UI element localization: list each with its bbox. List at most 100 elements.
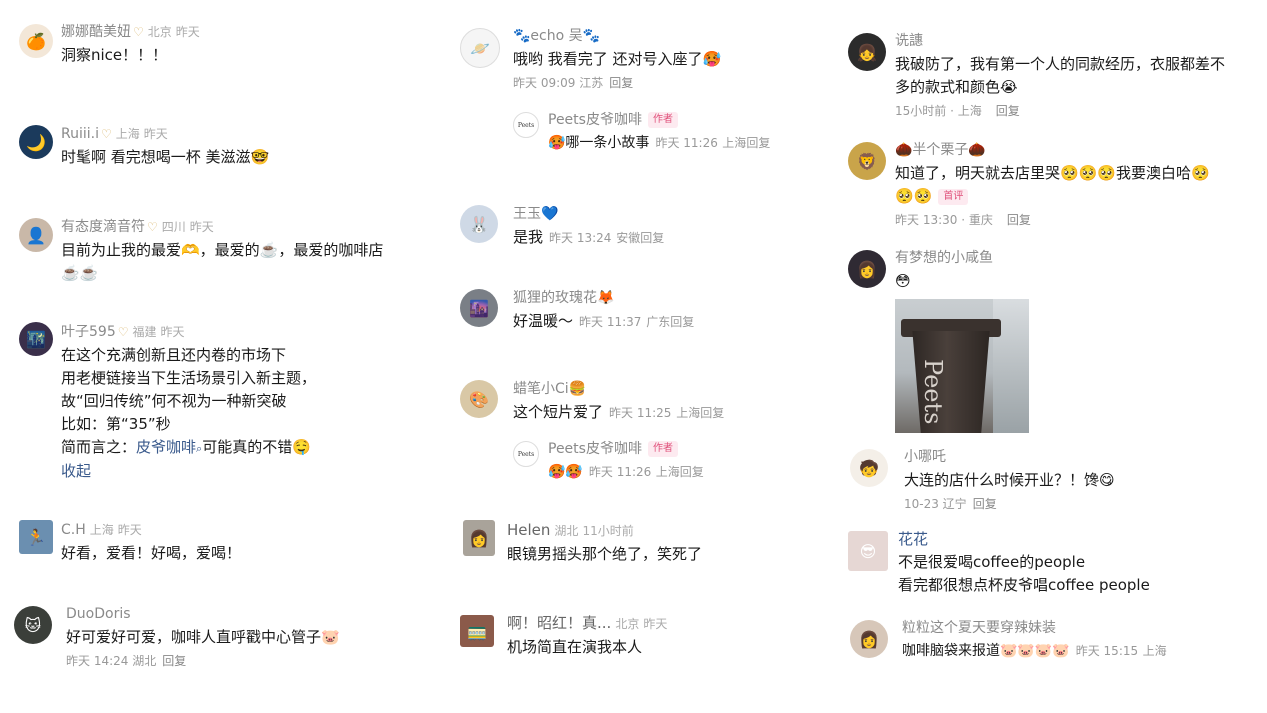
username[interactable]: 有态度滴音符 [61,219,145,235]
reply-button[interactable]: 回复 [670,315,694,329]
username[interactable]: 小哪吒 [904,449,946,465]
username[interactable]: 啊！昭红！真... [507,614,611,632]
badge-icon: ♡ [147,220,158,234]
reply-button[interactable]: 回复 [700,406,724,420]
comment-photo[interactable]: Peets [895,299,1029,433]
avatar-icon: 👩 [859,629,879,649]
location: 北京 [615,617,640,631]
comment-text: 😳 [895,272,911,290]
comment-text-line: 故“回归传统”何不视为一种新突破 [61,392,287,410]
avatar[interactable]: 🐱 [14,606,52,644]
avatar[interactable]: 👧 [848,33,886,71]
comment-text-line: 简而言之：皮爷咖啡⌕可能真的不错🤤 [61,436,432,460]
avatar[interactable]: Peets [513,441,539,467]
username[interactable]: 娜娜酷美妞 [61,24,131,40]
peets-logo-icon: Peets [517,121,535,129]
reply-button[interactable]: 回复 [609,76,633,90]
username[interactable]: 诜譓 [895,33,923,49]
comment-meta: 10-23 辽宁 回复 [904,495,1259,513]
username[interactable]: 粒粒这个夏天要穿辣妹装 [902,620,1056,636]
comment-text-line: 在这个充满创新且还内卷的市场下 [61,346,287,364]
comment-text-line: 🥺🥺 首评 [895,185,1259,208]
username[interactable]: 叶子595 [61,324,116,340]
avatar[interactable]: Peets [513,112,539,138]
avatar-icon: 🚃 [467,621,487,641]
avatar-icon: 🦁 [857,151,877,171]
comment-text: 咖啡脑袋来报道🐷🐷🐷🐷 [902,643,1070,659]
comment-meta: 昨天 09:09 江苏 回复 [513,74,832,92]
avatar[interactable]: 👩 [850,620,888,658]
avatar[interactable]: 🐰 [460,205,498,243]
avatar-icon: 🪐 [470,38,490,58]
reply-button[interactable]: 回复 [746,136,770,150]
date: 15小时前 · 上海 [895,104,982,118]
username[interactable]: Peets皮爷咖啡 [548,112,642,128]
collapse-link[interactable]: 收起 [61,460,432,483]
comment-text-line: 我破防了，我有第一个人的同款经历，衣服都差不 [895,55,1226,73]
avatar-icon: 👤 [26,225,46,245]
username[interactable]: 有梦想的小咸鱼 [895,250,993,266]
username[interactable]: 王玉💙 [513,206,558,222]
author-tag: 作者 [647,441,678,457]
username[interactable]: 🐾echo 吴🐾 [513,28,600,44]
username[interactable]: Ruiii.i [61,126,99,142]
date: 昨天 13:24 [549,231,612,245]
reply-line: 是我 昨天 13:24 安徽回复 [513,226,832,249]
avatar[interactable]: 🌃 [19,322,53,356]
comment-text-line: ☕️☕️ [61,264,99,282]
username[interactable]: Helen [507,521,550,539]
comment-text-line: 目前为止我的最爱🫶，最爱的☕️，最爱的咖啡店 [61,241,384,259]
avatar[interactable]: 🎨 [460,380,498,418]
comment-text-line: 🥺🥺 [895,187,933,205]
username[interactable]: 蜡笔小Ci🍔 [513,381,586,397]
username[interactable]: 🌰半个栗子🌰 [895,142,986,158]
comment-text-line: 看完都很想点杯皮爷唱coffee people [898,576,1150,594]
comment-text: 时髦啊 看完想喝一杯 美滋滋🤓 [61,148,270,166]
avatar[interactable]: 🧒 [850,449,888,487]
reply-button[interactable]: 回复 [1007,213,1031,227]
avatar[interactable]: 🪐 [460,28,500,68]
username[interactable]: Peets皮爷咖啡 [548,441,642,457]
location: 湖北 [554,524,579,538]
reply-button[interactable]: 回复 [996,104,1020,118]
comment-text: 好温暖～ [513,312,574,330]
avatar-icon: 🧒 [859,458,879,478]
location: 上海 [89,523,114,537]
username[interactable]: C.H [61,522,86,538]
badge-icon: ♡ [133,25,144,39]
reply-line: 🥵哪一条小故事 昨天 11:26 上海回复 [548,132,832,155]
comment-text: 哦哟 我看完了 还对号入座了🥵 [513,50,722,68]
username[interactable]: DuoDoris [66,606,131,622]
avatar[interactable]: 🚃 [460,615,494,647]
avatar[interactable]: 👩 [463,520,495,556]
username[interactable]: 狐狸的玫瑰花🦊 [513,290,614,306]
avatar-icon: 🐱 [24,615,42,635]
avatar[interactable]: 🌆 [460,289,498,327]
avatar[interactable]: 👤 [19,218,53,252]
comment-text: 机场简直在演我本人 [507,638,643,656]
avatar[interactable]: 🍊 [19,24,53,58]
avatar[interactable]: 🦁 [848,142,886,180]
reply-button[interactable]: 回复 [162,654,186,668]
avatar[interactable]: 👩 [848,250,886,288]
time: 昨天 [189,220,214,234]
date: 昨天 11:25 [609,406,672,420]
comment-meta: 15小时前 · 上海 回复 [895,102,1259,120]
date: 10-23 辽宁 [904,497,967,511]
first-comment-tag: 首评 [938,189,969,205]
avatar[interactable]: 🏃 [19,520,53,554]
avatar[interactable]: 😎 [848,531,888,571]
avatar[interactable]: 🌙 [19,125,53,159]
location: 广东 [646,315,671,329]
brand-link[interactable]: 皮爷咖啡 [136,438,196,456]
date: 昨天 15:15 [1075,644,1139,658]
reply-button[interactable]: 回复 [973,497,997,511]
reply-line: 好温暖～ 昨天 11:37 广东回复 [513,310,832,333]
comment-column-3: 👧 诜譓 我破防了，我有第一个人的同款经历，衣服都差不 多的款式和颜色😭 15小… [840,0,1267,713]
username[interactable]: 花花 [898,530,928,548]
time: 昨天 [143,127,168,141]
reply-button[interactable]: 回复 [640,231,664,245]
reply-button[interactable]: 回复 [680,465,704,479]
location: 福建 [132,325,157,339]
text-suffix: 可能真的不错🤤 [202,438,311,456]
